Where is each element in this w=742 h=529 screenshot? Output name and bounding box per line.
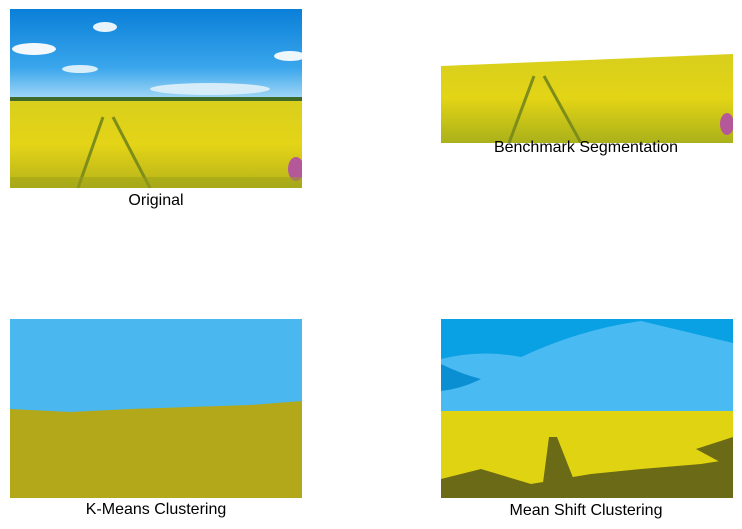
kmeans-image [10, 319, 302, 498]
benchmark-image [441, 54, 733, 143]
meanshift-image [441, 319, 733, 498]
benchmark-caption: Benchmark Segmentation [493, 139, 679, 156]
original-image [10, 9, 302, 188]
kmeans-caption: K-Means Clustering [85, 501, 227, 518]
original-caption: Original [128, 192, 184, 209]
meanshift-caption: Mean Shift Clustering [509, 502, 663, 519]
